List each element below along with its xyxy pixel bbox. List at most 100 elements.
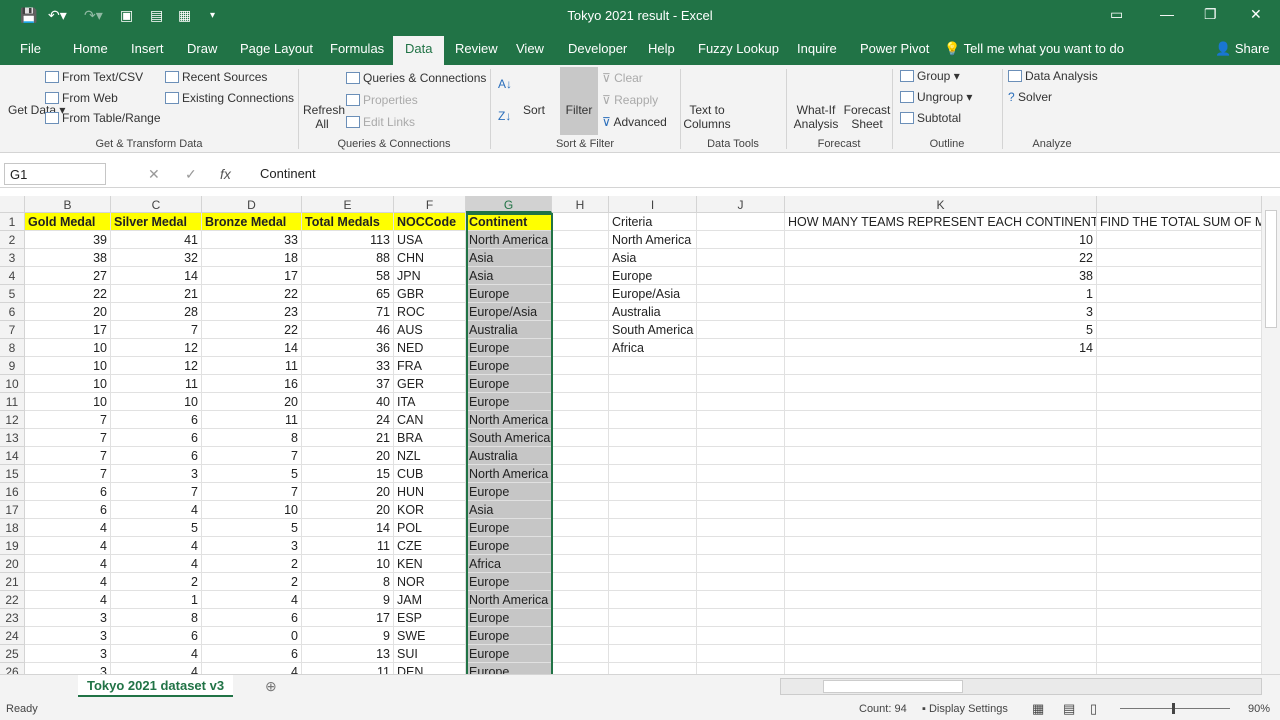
cell[interactable]: 65 bbox=[302, 285, 394, 303]
row-header[interactable]: 23 bbox=[0, 609, 25, 627]
cell[interactable]: 11 bbox=[202, 357, 302, 375]
queries-connections-button[interactable]: Queries & Connections bbox=[346, 71, 486, 85]
cell[interactable]: 10 bbox=[25, 375, 111, 393]
tab-page-layout[interactable]: Page Layout bbox=[240, 41, 313, 56]
cell[interactable] bbox=[552, 285, 609, 303]
forecast-sheet-button[interactable]: Forecast Sheet bbox=[843, 103, 891, 131]
cell[interactable] bbox=[1097, 465, 1262, 483]
cell[interactable]: NED bbox=[394, 339, 466, 357]
cell[interactable]: 1 bbox=[111, 591, 202, 609]
cell[interactable]: North America bbox=[466, 411, 552, 429]
cell[interactable]: Europe bbox=[466, 375, 552, 393]
row-header[interactable]: 20 bbox=[0, 555, 25, 573]
header-cell[interactable]: NOCCode bbox=[394, 213, 466, 231]
cell[interactable]: Europe bbox=[466, 483, 552, 501]
cell[interactable]: KEN bbox=[394, 555, 466, 573]
cell[interactable]: 21 bbox=[111, 285, 202, 303]
zoom-slider[interactable] bbox=[1120, 703, 1230, 714]
row-header[interactable]: 10 bbox=[0, 375, 25, 393]
cell[interactable]: North America bbox=[466, 591, 552, 609]
cell[interactable]: 5 bbox=[202, 519, 302, 537]
column-header-E[interactable]: E bbox=[302, 196, 394, 213]
cell[interactable] bbox=[785, 375, 1097, 393]
sheet-tab[interactable]: Tokyo 2021 dataset v3 bbox=[78, 675, 234, 697]
cell[interactable] bbox=[785, 465, 1097, 483]
cell[interactable] bbox=[552, 573, 609, 591]
cell[interactable]: CAN bbox=[394, 411, 466, 429]
row-header[interactable]: 9 bbox=[0, 357, 25, 375]
cell[interactable] bbox=[785, 501, 1097, 519]
cell[interactable] bbox=[1097, 303, 1262, 321]
worksheet-grid[interactable]: B C D E F G H I J K 1 Gold Medal Silver Medal Bronze … bbox=[0, 196, 1262, 674]
cell[interactable]: 20 bbox=[302, 483, 394, 501]
solver-button[interactable]: ? Solver bbox=[1008, 90, 1052, 104]
cell[interactable] bbox=[785, 537, 1097, 555]
cell[interactable]: 14 bbox=[302, 519, 394, 537]
cell[interactable]: 113 bbox=[302, 231, 394, 249]
cell[interactable] bbox=[552, 375, 609, 393]
reapply-button[interactable]: ⊽ Reapply bbox=[602, 93, 658, 107]
cell[interactable]: Europe bbox=[466, 393, 552, 411]
cell[interactable]: 20 bbox=[202, 393, 302, 411]
formula-input[interactable]: Continent bbox=[260, 166, 316, 181]
cell[interactable]: 0 bbox=[202, 627, 302, 645]
cell[interactable]: 22 bbox=[202, 285, 302, 303]
cell[interactable]: 11 bbox=[202, 411, 302, 429]
cell[interactable] bbox=[1097, 483, 1262, 501]
cell[interactable]: HUN bbox=[394, 483, 466, 501]
cell[interactable]: SUI bbox=[394, 645, 466, 663]
ribbon-display-icon[interactable]: ▭ bbox=[1110, 6, 1123, 23]
cell[interactable] bbox=[1097, 267, 1262, 285]
cell[interactable]: 4 bbox=[25, 519, 111, 537]
horizontal-scrollbar[interactable] bbox=[780, 678, 1262, 695]
cell[interactable]: 33 bbox=[302, 357, 394, 375]
row-header[interactable]: 4 bbox=[0, 267, 25, 285]
cell[interactable]: JAM bbox=[394, 591, 466, 609]
cell[interactable] bbox=[697, 357, 785, 375]
edit-links-button[interactable]: Edit Links bbox=[346, 115, 415, 129]
cell[interactable]: 3 bbox=[202, 537, 302, 555]
sort-button[interactable]: Sort bbox=[523, 103, 545, 117]
column-header-J[interactable]: J bbox=[697, 196, 785, 213]
cell[interactable] bbox=[1097, 501, 1262, 519]
close-icon[interactable]: ✕ bbox=[1250, 6, 1262, 23]
cell[interactable]: 40 bbox=[302, 393, 394, 411]
cell[interactable] bbox=[609, 645, 697, 663]
cell[interactable]: Africa bbox=[466, 555, 552, 573]
cell[interactable]: 4 bbox=[111, 501, 202, 519]
cell[interactable] bbox=[697, 627, 785, 645]
cell[interactable]: Asia bbox=[466, 501, 552, 519]
cell[interactable] bbox=[552, 609, 609, 627]
cell[interactable] bbox=[552, 303, 609, 321]
cell[interactable]: 6 bbox=[111, 411, 202, 429]
cell[interactable]: 3 bbox=[25, 645, 111, 663]
column-header-D[interactable]: D bbox=[202, 196, 302, 213]
cell[interactable]: BRA bbox=[394, 429, 466, 447]
cell[interactable]: North America bbox=[466, 231, 552, 249]
criteria-count[interactable]: 1 bbox=[785, 285, 1097, 303]
cell[interactable]: 3 bbox=[25, 663, 111, 674]
cell[interactable]: JPN bbox=[394, 267, 466, 285]
row-header[interactable]: 25 bbox=[0, 645, 25, 663]
cell[interactable]: 20 bbox=[25, 303, 111, 321]
page-break-icon[interactable]: ▯ bbox=[1090, 701, 1097, 717]
cell[interactable] bbox=[697, 609, 785, 627]
cell[interactable]: 16 bbox=[202, 375, 302, 393]
cell[interactable]: 2 bbox=[202, 555, 302, 573]
from-web-button[interactable]: From Web bbox=[45, 91, 118, 105]
cell[interactable]: AUS bbox=[394, 321, 466, 339]
cell[interactable] bbox=[552, 429, 609, 447]
cell[interactable]: 4 bbox=[25, 555, 111, 573]
cell[interactable]: CHN bbox=[394, 249, 466, 267]
cell[interactable] bbox=[697, 339, 785, 357]
cell[interactable]: 4 bbox=[25, 591, 111, 609]
cell[interactable] bbox=[697, 465, 785, 483]
cell[interactable]: ITA bbox=[394, 393, 466, 411]
cell[interactable]: Europe bbox=[466, 519, 552, 537]
tab-fuzzy-lookup[interactable]: Fuzzy Lookup bbox=[698, 41, 779, 56]
cell[interactable]: 28 bbox=[111, 303, 202, 321]
cell[interactable]: 20 bbox=[302, 501, 394, 519]
cell[interactable]: 39 bbox=[25, 231, 111, 249]
cell[interactable]: NOR bbox=[394, 573, 466, 591]
sort-za-icon[interactable]: Z↓ bbox=[498, 109, 511, 123]
